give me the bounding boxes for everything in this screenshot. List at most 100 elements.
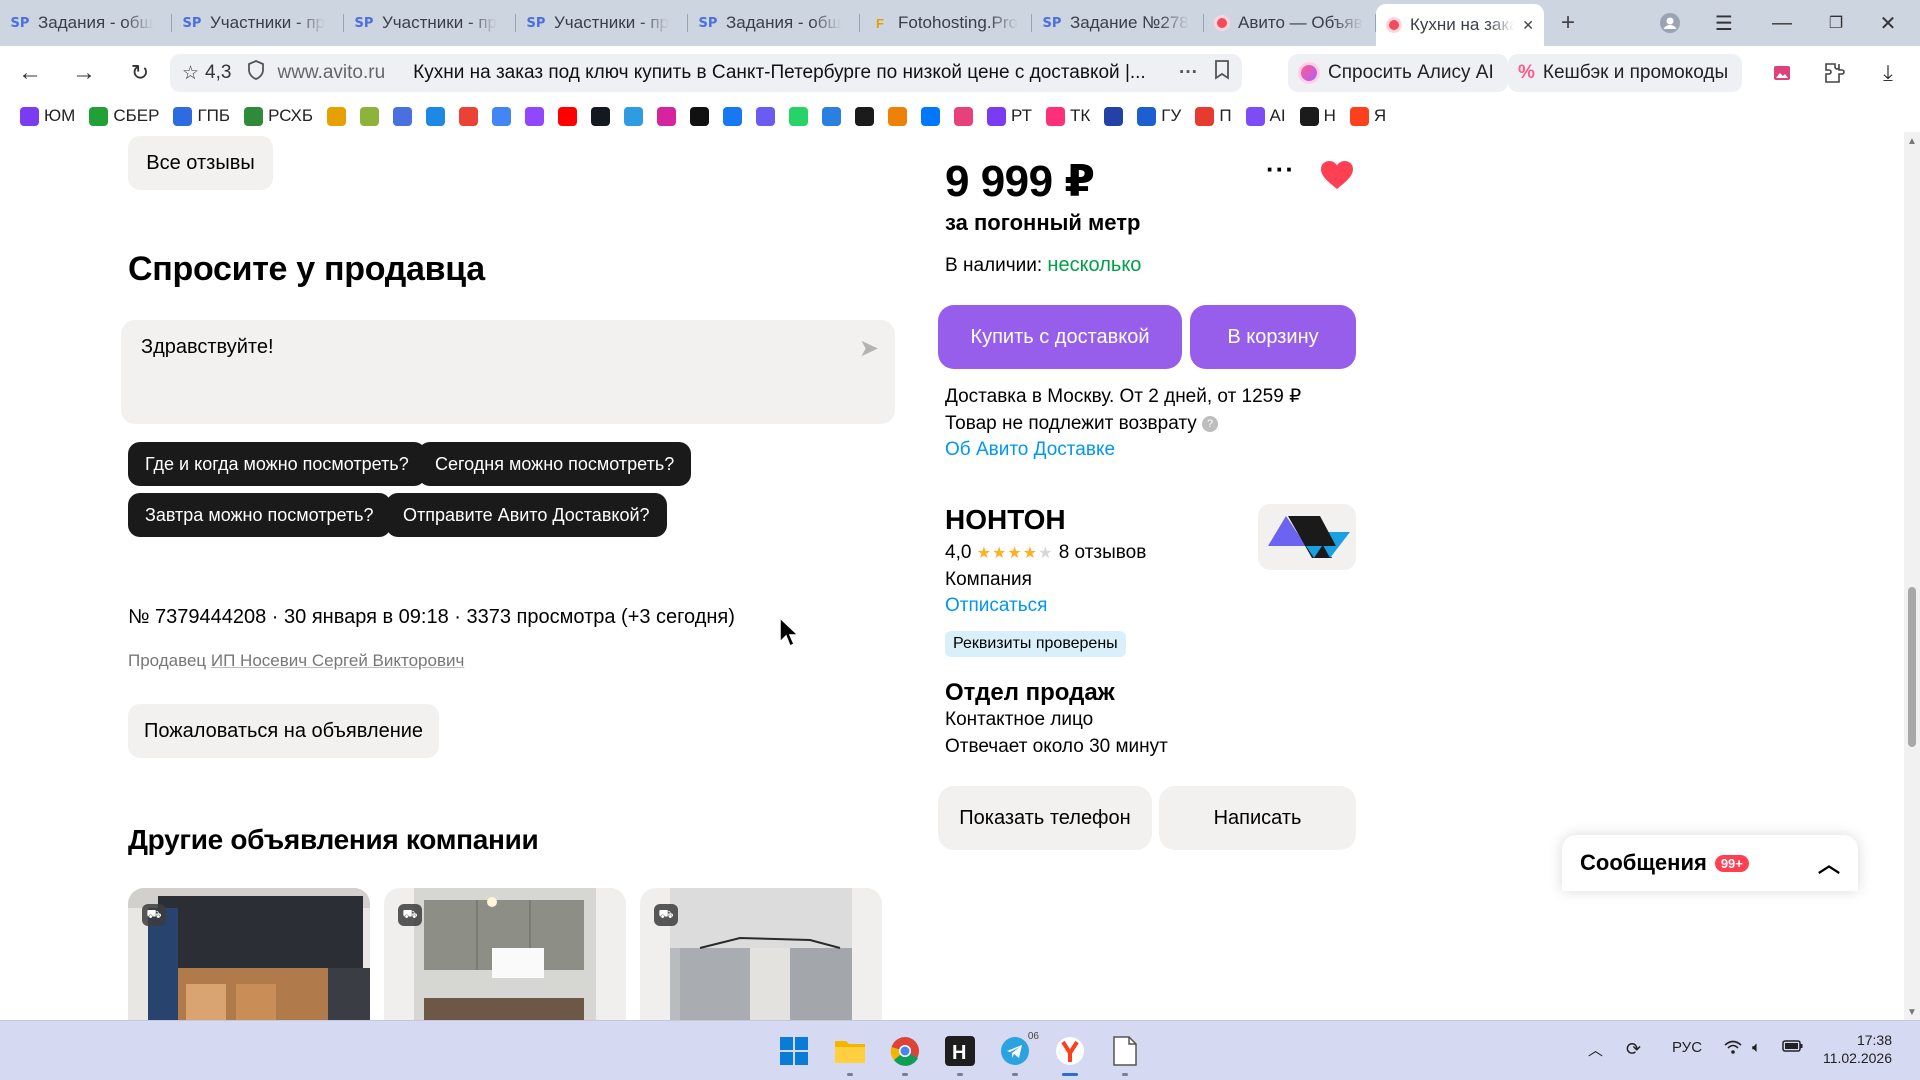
bookmark-item[interactable] [492, 106, 512, 126]
telegram-icon[interactable]: 06 [997, 1031, 1039, 1076]
profile-icon[interactable] [1650, 8, 1690, 38]
browser-tab[interactable]: Авито — Объяв [1204, 8, 1376, 38]
company-logo[interactable] [1258, 504, 1356, 570]
close-tab-icon[interactable]: ✕ [1522, 17, 1534, 34]
gallery-icon[interactable] [1764, 56, 1800, 90]
bookmark-icon[interactable] [1208, 60, 1242, 86]
back-button[interactable]: ← [12, 56, 48, 90]
close-window-button[interactable]: ✕ [1868, 8, 1908, 38]
bookmark-item[interactable]: AI [1245, 106, 1286, 126]
scrollbar-thumb[interactable] [1908, 587, 1916, 747]
write-message-button[interactable]: Написать [1159, 786, 1356, 850]
language-indicator[interactable]: РУС [1672, 1039, 1702, 1056]
all-reviews-button[interactable]: Все отзывы [128, 136, 273, 190]
windows-start-icon[interactable] [776, 1033, 812, 1069]
minimize-button[interactable]: — [1762, 8, 1802, 38]
bookmark-item[interactable] [657, 106, 677, 126]
show-phone-button[interactable]: Показать телефон [938, 786, 1152, 850]
browser-tab[interactable]: SP Задания - общ [0, 8, 172, 38]
file-explorer-icon[interactable] [832, 1033, 868, 1076]
ask-alice-button[interactable]: Спросить Алису AI [1288, 54, 1508, 92]
bookmark-item[interactable] [723, 106, 743, 126]
more-icon[interactable]: ··· [1169, 62, 1208, 84]
chrome-icon[interactable] [887, 1033, 923, 1076]
report-listing-button[interactable]: Пожаловаться на объявление [128, 704, 439, 758]
browser-tab[interactable]: SP Задание №278 [1032, 8, 1204, 38]
seller-link[interactable]: ИП Носевич Сергей Викторович [211, 651, 464, 670]
bookmark-item[interactable] [327, 106, 347, 126]
quick-question-chip[interactable]: Отправите Авито Доставкой? [386, 493, 667, 537]
bookmark-item[interactable] [690, 106, 710, 126]
sync-icon[interactable]: ⟳ [1626, 1039, 1641, 1060]
bookmark-item[interactable]: СБЕР [89, 106, 159, 126]
quick-question-chip[interactable]: Где и когда можно посмотреть? [128, 442, 426, 486]
hitpaw-icon[interactable]: H [942, 1033, 978, 1076]
battery-icon[interactable] [1782, 1039, 1804, 1057]
company-rating-row[interactable]: 4,0 ★★★★★ 8 отзывов [945, 542, 1146, 564]
bookmark-item[interactable]: Я [1349, 106, 1386, 126]
bookmark-item[interactable]: П [1195, 106, 1232, 126]
bookmark-item[interactable] [426, 106, 446, 126]
bookmark-item[interactable] [558, 106, 578, 126]
bookmark-item[interactable]: РТ [987, 106, 1032, 126]
bookmark-item[interactable] [954, 106, 974, 126]
bookmark-item[interactable] [393, 106, 413, 126]
listing-card[interactable]: ⛟ [128, 888, 370, 1020]
clock[interactable]: 17:38 11.02.2026 [1822, 1031, 1892, 1067]
message-text[interactable]: Здравствуйте! [141, 336, 274, 359]
shield-icon[interactable] [247, 60, 265, 86]
bookmark-item[interactable] [591, 106, 611, 126]
bookmark-item[interactable] [624, 106, 644, 126]
listing-card[interactable]: ⛟ [384, 888, 626, 1020]
browser-tab[interactable]: SP Задания - общ [688, 8, 860, 38]
bookmark-item[interactable]: ГУ [1137, 106, 1181, 126]
bookmark-item[interactable]: РСХБ [244, 106, 313, 126]
send-icon[interactable]: ➤ [859, 334, 879, 363]
browser-tab[interactable]: Кухни на зака ✕ [1376, 4, 1544, 46]
browser-tab[interactable]: SP Участники - пр [516, 8, 688, 38]
browser-tab[interactable]: F Fotohosting.Pro [860, 8, 1032, 38]
add-to-cart-button[interactable]: В корзину [1190, 305, 1356, 369]
site-rating[interactable]: ☆ 4,3 [170, 62, 245, 85]
unsubscribe-link[interactable]: Отписаться [945, 595, 1047, 617]
address-bar[interactable]: ☆ 4,3 www.avito.ru Кухни на заказ под кл… [170, 54, 1242, 92]
favorite-heart-icon[interactable] [1320, 160, 1354, 195]
bookmark-item[interactable] [1104, 106, 1124, 126]
bookmark-item[interactable] [360, 106, 380, 126]
bookmark-item[interactable]: ЮМ [20, 106, 75, 126]
reload-button[interactable]: ↻ [122, 56, 158, 90]
help-icon[interactable]: ? [1202, 415, 1219, 432]
bookmark-item[interactable] [525, 106, 545, 126]
message-input[interactable]: Здравствуйте! ➤ [121, 320, 895, 424]
bookmark-item[interactable]: Н [1299, 106, 1336, 126]
more-options-icon[interactable]: ··· [1266, 154, 1295, 185]
about-delivery-link[interactable]: Об Авито Доставке [945, 439, 1115, 461]
bookmark-item[interactable] [921, 106, 941, 126]
restore-button[interactable]: ❐ [1816, 8, 1856, 38]
bookmark-item[interactable] [756, 106, 776, 126]
extensions-icon[interactable] [1816, 56, 1852, 90]
volume-icon[interactable]: 🔈︎ [1752, 1039, 1761, 1056]
listing-card[interactable]: ⛟ [640, 888, 882, 1020]
menu-icon[interactable]: ☰ [1704, 8, 1744, 38]
quick-question-chip[interactable]: Сегодня можно посмотреть? [418, 442, 692, 486]
downloads-icon[interactable]: ⤓ [1870, 56, 1906, 90]
scroll-down-icon[interactable]: ▼ [1907, 1007, 1917, 1018]
new-tab-button[interactable]: + [1548, 8, 1588, 38]
cashback-button[interactable]: % Кешбэк и промокоды [1508, 54, 1743, 92]
forward-button[interactable]: → [66, 56, 102, 90]
bookmark-item[interactable] [789, 106, 809, 126]
bookmark-item[interactable]: ТК [1046, 106, 1090, 126]
bookmark-item[interactable] [459, 106, 479, 126]
bookmark-item[interactable]: ГПБ [173, 106, 230, 126]
yandex-browser-icon[interactable] [1052, 1033, 1088, 1076]
browser-tab[interactable]: SP Участники - пр [172, 8, 344, 38]
messages-panel[interactable]: Сообщения 99+ ︿ [1562, 835, 1858, 891]
scrollbar[interactable]: ▲ ▼ [1904, 132, 1920, 1020]
bookmark-item[interactable] [855, 106, 875, 126]
scroll-up-icon[interactable]: ▲ [1907, 136, 1917, 147]
quick-question-chip[interactable]: Завтра можно посмотреть? [128, 493, 391, 537]
wifi-icon[interactable] [1724, 1039, 1742, 1059]
buy-with-delivery-button[interactable]: Купить с доставкой [938, 305, 1182, 369]
bookmark-item[interactable] [822, 106, 842, 126]
